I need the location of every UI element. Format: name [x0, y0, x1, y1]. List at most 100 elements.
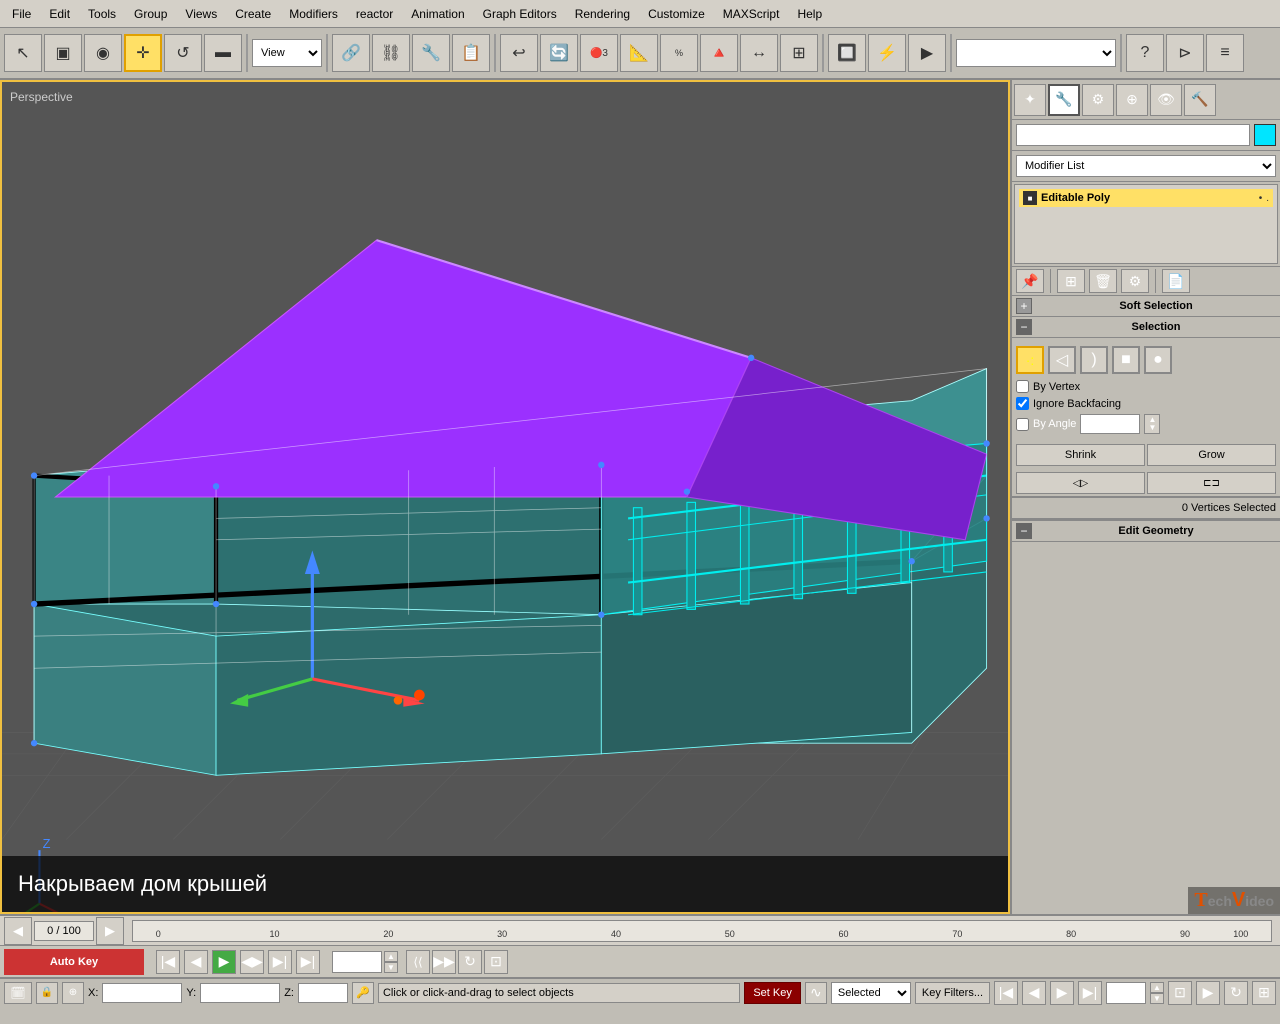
- rect-select-btn[interactable]: ▣: [44, 34, 82, 72]
- scale-tool-btn[interactable]: ▬: [204, 34, 242, 72]
- menu-file[interactable]: File: [4, 5, 39, 23]
- next-frame-play-btn[interactable]: ▶|: [268, 950, 292, 974]
- track-bar[interactable]: 0 10 20 30 40 50 60 70 80 90 100: [132, 920, 1272, 942]
- panel-display-btn[interactable]: 👁: [1150, 84, 1182, 116]
- by-angle-checkbox[interactable]: [1016, 418, 1029, 431]
- show-result-btn[interactable]: ⊞: [1057, 269, 1085, 293]
- fly-out-btn[interactable]: ⊳: [1166, 34, 1204, 72]
- key-filters-btn[interactable]: Key Filters...: [915, 982, 990, 1004]
- align-btn[interactable]: ⊞: [780, 34, 818, 72]
- end-nav-2[interactable]: ◀: [1022, 981, 1046, 1005]
- bind-btn[interactable]: 🔧: [412, 34, 450, 72]
- selected-dropdown[interactable]: Selected: [831, 982, 911, 1004]
- prev-frame-btn[interactable]: ◀: [4, 917, 32, 945]
- end-nav-4[interactable]: ▶|: [1078, 981, 1102, 1005]
- key-curve-btn[interactable]: ∿: [805, 982, 827, 1004]
- end-nav-3[interactable]: ▶: [1050, 981, 1074, 1005]
- menu-help[interactable]: Help: [789, 5, 830, 23]
- link-btn[interactable]: 🔗: [332, 34, 370, 72]
- layers-btn[interactable]: ≡: [1206, 34, 1244, 72]
- viewport[interactable]: Perspective: [0, 80, 1010, 914]
- render-btn[interactable]: ▶: [908, 34, 946, 72]
- menu-tools[interactable]: Tools: [80, 5, 124, 23]
- by-angle-input[interactable]: 45.0: [1080, 414, 1140, 434]
- help-btn[interactable]: ?: [1126, 34, 1164, 72]
- menu-reactor[interactable]: reactor: [348, 5, 401, 23]
- menu-maxscript[interactable]: MAXScript: [715, 5, 788, 23]
- render-scene-btn[interactable]: ⚡: [868, 34, 906, 72]
- panel-motion-btn[interactable]: ⊕: [1116, 84, 1148, 116]
- y-coord-input[interactable]: -4160.0mm: [200, 983, 280, 1003]
- by-vertex-checkbox[interactable]: [1016, 380, 1029, 393]
- menu-customize[interactable]: Customize: [640, 5, 713, 23]
- reference-coord-select[interactable]: View: [252, 39, 322, 67]
- select-ring-btn[interactable]: ◁▷: [1016, 472, 1145, 494]
- pin-stack-btn[interactable]: 📌: [1016, 269, 1044, 293]
- vertex-select-btn[interactable]: ·:: [1016, 346, 1044, 374]
- frame-up-btn[interactable]: ▲: [384, 951, 398, 962]
- editable-poly-item[interactable]: ■ Editable Poly • .: [1019, 189, 1273, 207]
- edit-geometry-toggle[interactable]: −: [1016, 523, 1032, 539]
- menu-views[interactable]: Views: [177, 5, 225, 23]
- render-anim-btn[interactable]: ⊡: [1168, 981, 1192, 1005]
- named-selections-select[interactable]: [956, 39, 1116, 67]
- menu-rendering[interactable]: Rendering: [567, 5, 638, 23]
- prev-frame-play-btn[interactable]: ◀: [184, 950, 208, 974]
- key-icon-btn[interactable]: 🔑: [352, 982, 374, 1004]
- end-frame-input[interactable]: 0: [1106, 982, 1146, 1004]
- menu-modifiers[interactable]: Modifiers: [281, 5, 346, 23]
- select-tool-btn[interactable]: ↖: [4, 34, 42, 72]
- render-frame-btn[interactable]: ▶: [1196, 981, 1220, 1005]
- set-key-button[interactable]: Set Key: [744, 982, 801, 1004]
- menu-create[interactable]: Create: [227, 5, 279, 23]
- nav-icon-1[interactable]: ⟨⟨: [406, 950, 430, 974]
- x-coord-input[interactable]: -8660.0mm: [102, 983, 182, 1003]
- mirror-btn[interactable]: ↔: [740, 34, 778, 72]
- border-select-btn[interactable]: ): [1080, 346, 1108, 374]
- polygon-select-btn[interactable]: ■: [1112, 346, 1140, 374]
- end-nav-1[interactable]: |◀: [994, 981, 1018, 1005]
- angle-snap-btn[interactable]: 📐: [620, 34, 658, 72]
- shrink-button[interactable]: Shrink: [1016, 444, 1145, 466]
- rotate-tool-btn[interactable]: ↺: [164, 34, 202, 72]
- obj-properties-btn[interactable]: 📋: [452, 34, 490, 72]
- current-frame-input[interactable]: 0: [332, 951, 382, 973]
- ignore-backfacing-checkbox[interactable]: [1016, 397, 1029, 410]
- select-loop-btn[interactable]: ⊏⊐: [1147, 472, 1276, 494]
- z-coord-input[interactable]: [298, 983, 348, 1003]
- modifier-list-dropdown[interactable]: Modifier List: [1016, 155, 1276, 177]
- menu-graph-editors[interactable]: Graph Editors: [475, 5, 565, 23]
- snap2d-btn[interactable]: 🔴3: [580, 34, 618, 72]
- play-back-btn[interactable]: ◀▶: [240, 950, 264, 974]
- panel-hierarchy-btn[interactable]: ⚙: [1082, 84, 1114, 116]
- frame-down-btn[interactable]: ▼: [384, 962, 398, 973]
- end-frame-down[interactable]: ▼: [1150, 993, 1164, 1004]
- panel-modify-btn[interactable]: 🔧: [1048, 84, 1080, 116]
- menu-animation[interactable]: Animation: [403, 5, 472, 23]
- selection-toggle[interactable]: −: [1016, 319, 1032, 335]
- nav-icon-2[interactable]: ▶▶: [432, 950, 456, 974]
- panel-create-btn[interactable]: ✦: [1014, 84, 1046, 116]
- panel-utils-btn[interactable]: 🔨: [1184, 84, 1216, 116]
- next-frame-btn[interactable]: ▶: [96, 917, 124, 945]
- play-btn[interactable]: ▶: [212, 950, 236, 974]
- circle-select-btn[interactable]: ◉: [84, 34, 122, 72]
- move-tool-btn[interactable]: ✛: [124, 34, 162, 72]
- nav-icon-3[interactable]: ↻: [458, 950, 482, 974]
- nav-icon-4[interactable]: ⊡: [484, 950, 508, 974]
- grow-button[interactable]: Grow: [1147, 444, 1276, 466]
- delete-modifier-btn[interactable]: 🗑: [1089, 269, 1117, 293]
- undo-btn[interactable]: ↩: [500, 34, 538, 72]
- make-unique-btn[interactable]: 📄: [1162, 269, 1190, 293]
- go-to-end-btn[interactable]: ▶|: [296, 950, 320, 974]
- menu-group[interactable]: Group: [126, 5, 175, 23]
- element-select-btn[interactable]: ●: [1144, 346, 1172, 374]
- material-editor-btn[interactable]: 🔲: [828, 34, 866, 72]
- configure-btn[interactable]: ⚙: [1121, 269, 1149, 293]
- timeline-icon-btn[interactable]: 🗓: [4, 982, 32, 1004]
- object-color-swatch[interactable]: [1254, 124, 1276, 146]
- end-frame-up[interactable]: ▲: [1150, 982, 1164, 993]
- unlink-btn[interactable]: ⛓: [372, 34, 410, 72]
- auto-key-btn[interactable]: Auto Key: [4, 949, 144, 975]
- coord-mode-btn[interactable]: ⊕: [62, 982, 84, 1004]
